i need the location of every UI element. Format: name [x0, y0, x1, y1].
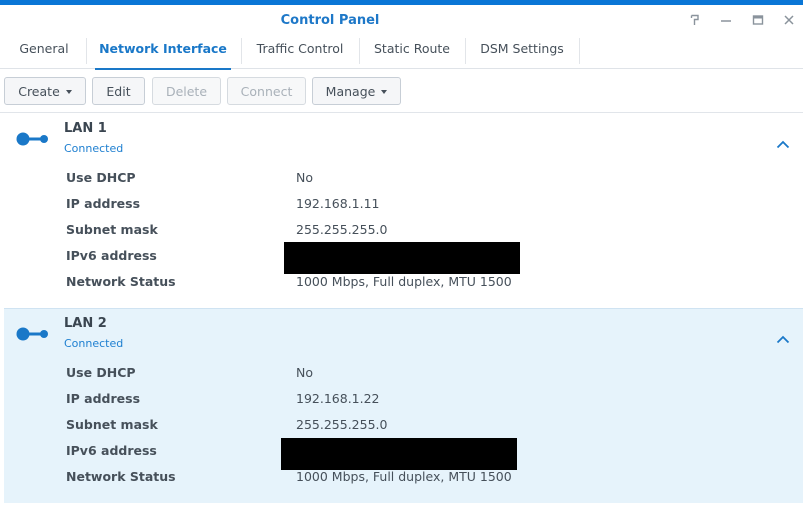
minimize-icon[interactable]: [715, 9, 737, 31]
network-interface-icon: [15, 131, 49, 151]
delete-button[interactable]: Delete: [152, 77, 221, 105]
dhcp-label: Use DHCP: [66, 170, 136, 185]
edit-button[interactable]: Edit: [92, 77, 145, 105]
interface-name: LAN 1: [64, 121, 107, 136]
subnet-mask-value: 255.255.255.0: [296, 222, 388, 237]
window-title: Control Panel: [280, 13, 380, 28]
dhcp-value: No: [296, 365, 313, 380]
redacted-ipv6-value: [284, 242, 520, 274]
tab-divider: [86, 38, 87, 64]
dhcp-value: No: [296, 170, 313, 185]
tab-divider: [359, 38, 360, 64]
redacted-ipv6-value: [281, 438, 517, 470]
create-button[interactable]: Create: [4, 77, 86, 105]
manage-button-label: Manage: [325, 83, 376, 99]
network-interface-icon: [15, 326, 49, 346]
connect-button-label: Connect: [240, 83, 293, 99]
network-status-value: 1000 Mbps, Full duplex, MTU 1500: [296, 469, 512, 484]
close-icon[interactable]: [778, 9, 800, 31]
interface-name: LAN 2: [64, 316, 107, 331]
title-bar: Control Panel: [0, 5, 803, 36]
network-status-value: 1000 Mbps, Full duplex, MTU 1500: [296, 274, 512, 289]
connect-button[interactable]: Connect: [227, 77, 306, 105]
edit-button-label: Edit: [106, 83, 131, 99]
chevron-up-icon[interactable]: [776, 134, 790, 153]
ip-address-value: 192.168.1.22: [296, 391, 380, 406]
ip-address-label: IP address: [66, 196, 141, 211]
toolbar: Create Edit Delete Connect Manage: [0, 69, 803, 113]
subnet-mask-label: Subnet mask: [66, 222, 158, 237]
interface-status: Connected: [64, 337, 124, 350]
help-icon[interactable]: [684, 9, 706, 31]
ip-address-label: IP address: [66, 391, 141, 406]
ip-address-value: 192.168.1.11: [296, 196, 380, 211]
chevron-down-icon: [381, 89, 388, 94]
maximize-icon[interactable]: [747, 9, 769, 31]
subnet-mask-value: 255.255.255.0: [296, 417, 388, 432]
tab-static-route[interactable]: Static Route: [367, 36, 457, 69]
chevron-up-icon[interactable]: [776, 329, 790, 348]
ipv6-address-label: IPv6 address: [66, 248, 157, 263]
tab-bar: General Network Interface Traffic Contro…: [0, 36, 803, 70]
ipv6-address-label: IPv6 address: [66, 443, 157, 458]
interface-status: Connected: [64, 142, 124, 155]
manage-button[interactable]: Manage: [312, 77, 401, 105]
create-button-label: Create: [18, 83, 60, 99]
delete-button-label: Delete: [165, 83, 208, 99]
tab-general[interactable]: General: [8, 36, 80, 69]
tab-traffic-control[interactable]: Traffic Control: [249, 36, 351, 69]
chevron-down-icon: [65, 89, 72, 94]
tab-divider: [241, 38, 242, 64]
tab-divider: [579, 38, 580, 64]
interface-item-lan2[interactable]: LAN 2 Connected Use DHCP No IP address 1…: [4, 308, 803, 503]
network-status-label: Network Status: [66, 469, 176, 484]
subnet-mask-label: Subnet mask: [66, 417, 158, 432]
tab-network-interface[interactable]: Network Interface: [95, 36, 231, 70]
tab-dsm-settings[interactable]: DSM Settings: [473, 36, 571, 69]
interface-item-lan1[interactable]: LAN 1 Connected Use DHCP No IP address 1…: [4, 114, 803, 309]
tab-divider: [465, 38, 466, 64]
dhcp-label: Use DHCP: [66, 365, 136, 380]
network-status-label: Network Status: [66, 274, 176, 289]
